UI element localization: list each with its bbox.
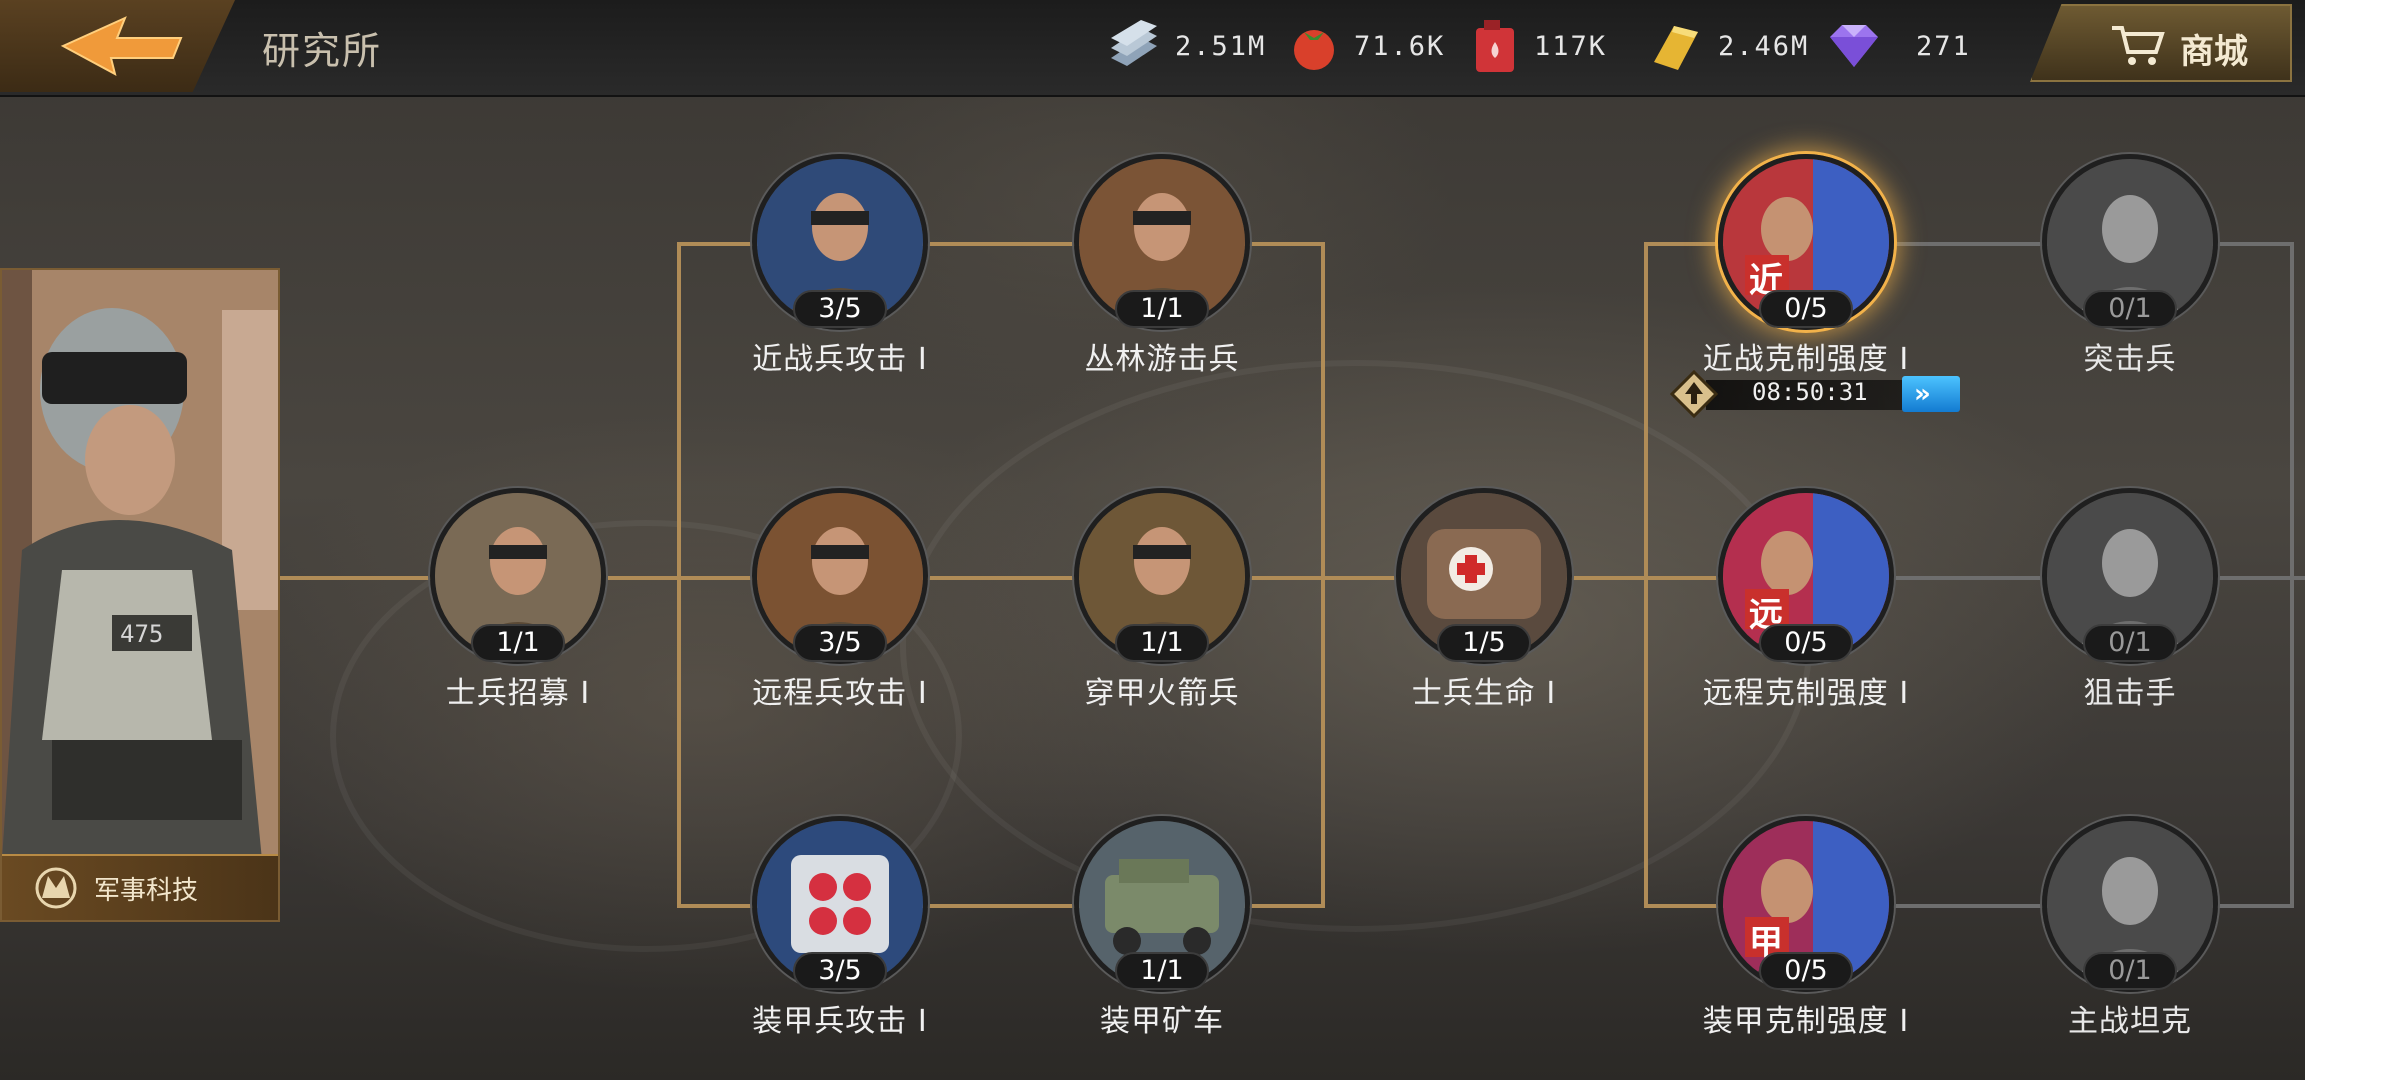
node-name: 突击兵 (2083, 342, 2177, 377)
resource-diamond-value: 271 (1916, 30, 1971, 62)
node-name: 丛林游击兵 (1084, 342, 1240, 377)
research-node-rocket[interactable]: 1/1 穿甲火箭兵 (1074, 488, 1250, 711)
soldier-portrait-icon: 475 (2, 270, 278, 860)
resource-oil[interactable]: 117K (1470, 14, 1607, 78)
node-name: 穿甲火箭兵 (1084, 676, 1240, 711)
research-node-mine-truck[interactable]: 1/1 装甲矿车 (1074, 816, 1250, 1039)
node-progress: 1/1 (1115, 290, 1209, 328)
node-progress: 0/1 (2083, 290, 2177, 328)
page-title: 研究所 (262, 29, 383, 73)
research-node-melee-counter[interactable]: 近 0/5 近战克制强度 I (1703, 154, 1908, 377)
node-progress: 3/5 (793, 290, 887, 328)
node-progress: 1/1 (1115, 952, 1209, 990)
node-name: 装甲兵攻击 I (752, 1004, 928, 1039)
resource-diamond[interactable]: 271 (1826, 14, 1971, 78)
wolf-emblem-icon (35, 867, 77, 909)
node-progress: 0/5 (1759, 290, 1853, 328)
node-progress: 3/5 (793, 624, 887, 662)
steel-bars-icon (1111, 20, 1157, 66)
node-name: 近战兵攻击 I (752, 342, 928, 377)
node-progress: 0/5 (1759, 624, 1853, 662)
double-chevron-icon: » (1914, 379, 1931, 409)
research-node-tank[interactable]: 0/1 主战坦克 (2042, 816, 2218, 1039)
node-progress: 3/5 (793, 952, 887, 990)
resource-food-value: 71.6K (1354, 30, 1446, 62)
research-node-ranged-counter[interactable]: 远 0/5 远程克制强度 I (1703, 488, 1908, 711)
gold-bar-icon (1654, 26, 1698, 70)
resource-gold[interactable]: 2.46M (1648, 14, 1809, 78)
research-node-ranged-atk[interactable]: 3/5 远程兵攻击 I (752, 488, 928, 711)
research-node-jungle[interactable]: 1/1 丛林游击兵 (1074, 154, 1250, 377)
shop-button[interactable]: 商城 (2030, 4, 2292, 82)
node-name: 近战克制强度 I (1702, 342, 1910, 377)
research-node-assault[interactable]: 0/1 突击兵 (2042, 154, 2218, 377)
speed-up-button[interactable]: » (1902, 376, 1960, 412)
research-screen: 475 军事科技 08:50:31 » 1/1 士兵招募 I 3/5 近战兵攻击 I3… (0, 0, 2305, 1080)
research-node-melee-atk[interactable]: 3/5 近战兵攻击 I (752, 154, 928, 377)
back-arrow-icon (60, 16, 183, 76)
shop-label: 商城 (2180, 32, 2248, 72)
research-node-armor-atk[interactable]: 3/5 装甲兵攻击 I (752, 816, 928, 1039)
research-node-sniper[interactable]: 0/1 狙击手 (2042, 488, 2218, 711)
resource-food[interactable]: 71.6K (1288, 14, 1445, 78)
node-name: 主战坦克 (2068, 1004, 2192, 1039)
shopping-cart-icon (2112, 26, 2165, 65)
node-progress: 0/1 (2083, 952, 2177, 990)
node-name: 远程克制强度 I (1702, 676, 1910, 711)
research-node-armor-counter[interactable]: 甲 0/5 装甲克制强度 I (1703, 816, 1908, 1039)
node-progress: 1/1 (1115, 624, 1209, 662)
military-tech-panel[interactable]: 475 军事科技 (0, 268, 280, 922)
tomato-icon (1294, 30, 1334, 70)
node-progress: 1/5 (1437, 624, 1531, 662)
node-name: 装甲矿车 (1100, 1004, 1224, 1039)
node-name: 远程兵攻击 I (752, 676, 928, 711)
research-node-hp[interactable]: 1/5 士兵生命 I (1396, 488, 1572, 711)
node-progress: 1/1 (471, 624, 565, 662)
node-name: 狙击手 (2083, 676, 2177, 711)
military-tech-footer: 军事科技 (2, 854, 278, 920)
background-machinery (900, 360, 1812, 932)
top-bar: 研究所 2.51M 71.6K 117K 2.46M 271 商城 (0, 0, 2305, 97)
research-node-recruit[interactable]: 1/1 士兵招募 I (430, 488, 606, 711)
node-name: 士兵招募 I (445, 676, 591, 711)
node-name: 装甲克制强度 I (1702, 1004, 1910, 1039)
military-tech-label: 军事科技 (94, 876, 199, 906)
resource-oil-value: 117K (1534, 30, 1608, 62)
back-button[interactable] (0, 0, 235, 92)
node-name: 士兵生命 I (1411, 676, 1557, 711)
oil-canister-icon (1476, 20, 1514, 72)
resource-steel-value: 2.51M (1175, 30, 1267, 62)
resource-gold-value: 2.46M (1718, 30, 1810, 62)
right-margin (2305, 0, 2400, 1080)
svg-text:475: 475 (120, 620, 163, 648)
node-progress: 0/1 (2083, 624, 2177, 662)
resource-steel[interactable]: 2.51M (1105, 14, 1266, 78)
diamond-icon (1830, 25, 1878, 67)
timer-text: 08:50:31 (1752, 378, 1868, 406)
node-progress: 0/5 (1759, 952, 1853, 990)
tree-connector (280, 576, 432, 580)
